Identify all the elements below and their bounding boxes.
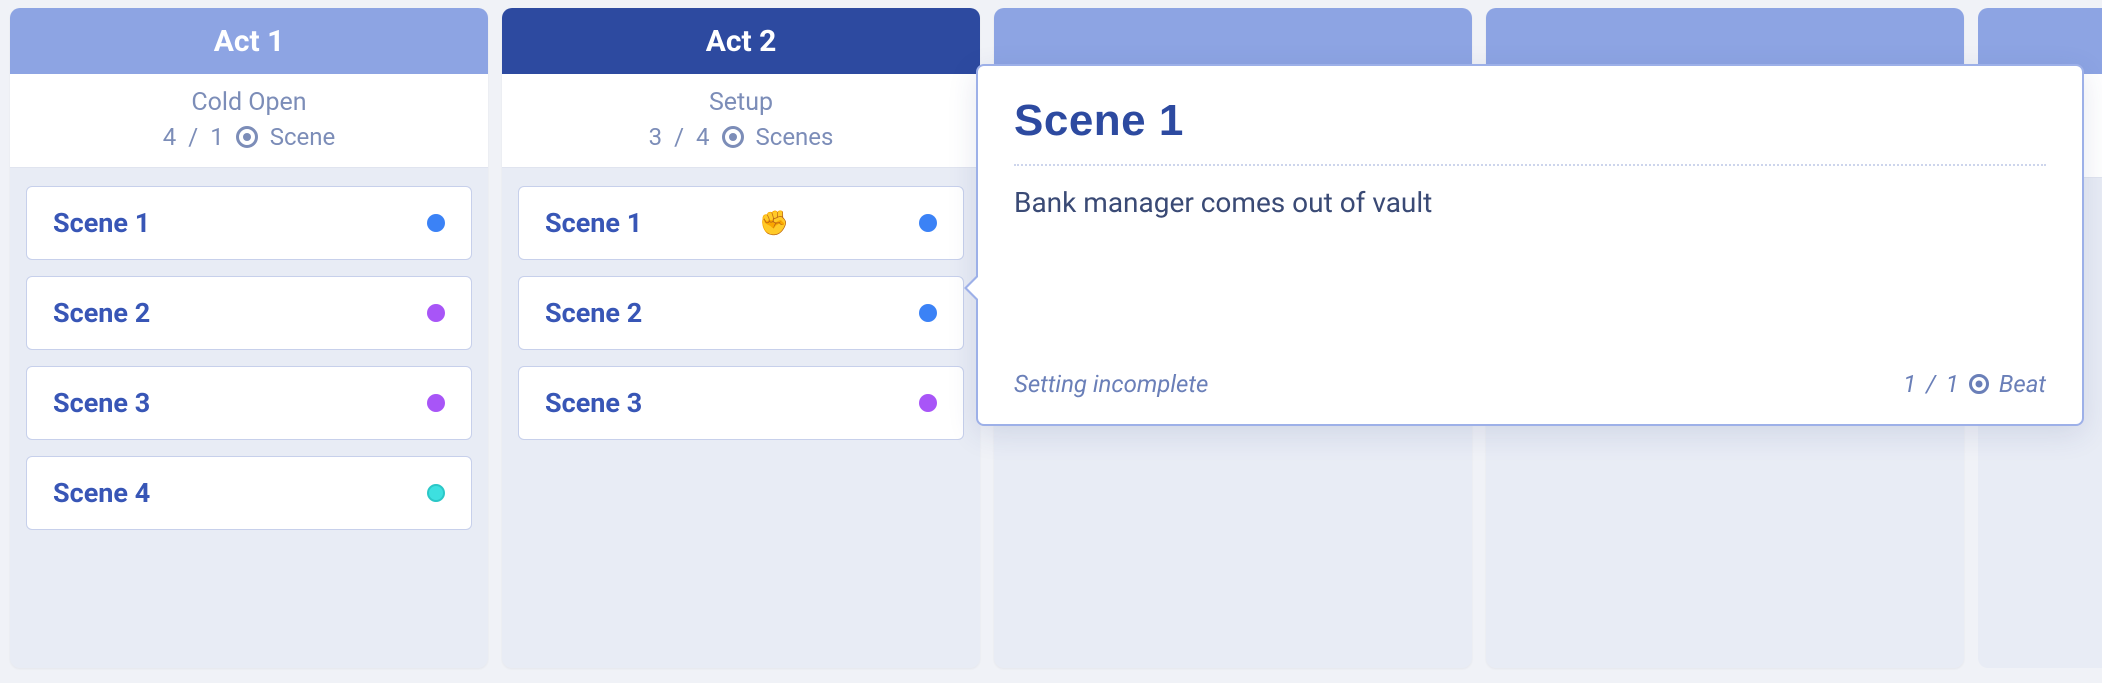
scene-label: Scene 3 (53, 387, 150, 419)
column-subheader: Setup 3 / 4 Scenes (502, 74, 980, 168)
beat-current: 1 (1903, 370, 1916, 398)
target-icon (722, 126, 744, 148)
scene-card[interactable]: Scene 1 (26, 186, 472, 260)
scene-card[interactable]: Scene 1 ✊ (518, 186, 964, 260)
unit-label: Scenes (756, 123, 834, 151)
divider (1014, 164, 2046, 166)
status-dot (919, 304, 937, 322)
count-sep: / (188, 123, 198, 151)
scene-popover: Scene 1 Bank manager comes out of vault … (976, 64, 2084, 426)
status-dot (427, 214, 445, 232)
popover-body: Bank manager comes out of vault (1014, 186, 2046, 346)
column-subtitle: Setup (502, 88, 980, 117)
act-column-1: Act 1 Cold Open 4 / 1 Scene Scene 1 Scen… (10, 8, 488, 668)
count-current: 4 (163, 123, 177, 151)
count-target: 1 (210, 123, 224, 151)
target-icon (236, 126, 258, 148)
popover-footer: Setting incomplete 1 / 1 Beat (1014, 370, 2046, 398)
scene-label: Scene 1 (545, 207, 642, 239)
column-header[interactable]: Act 2 (502, 8, 980, 74)
count-current: 3 (649, 123, 663, 151)
scene-list: Scene 1 ✊ Scene 2 Scene 3 (502, 168, 980, 458)
scene-label: Scene 1 (53, 207, 150, 239)
count-sep: / (674, 123, 684, 151)
popover-status: Setting incomplete (1014, 370, 1208, 398)
status-dot (427, 484, 445, 502)
beat-target: 1 (1946, 370, 1959, 398)
status-dot (427, 304, 445, 322)
target-icon (1969, 374, 1989, 394)
act-column-2: Act 2 Setup 3 / 4 Scenes Scene 1 ✊ Scene… (502, 8, 980, 668)
status-dot (919, 214, 937, 232)
scene-card[interactable]: Scene 3 (26, 366, 472, 440)
unit-label: Scene (270, 123, 336, 151)
status-dot (427, 394, 445, 412)
popover-title: Scene 1 (1014, 96, 2046, 146)
column-meta: 4 / 1 Scene (10, 123, 488, 151)
scene-card[interactable]: Scene 2 (518, 276, 964, 350)
scene-label: Scene 2 (53, 297, 150, 329)
column-subheader: Cold Open 4 / 1 Scene (10, 74, 488, 168)
grab-cursor-icon: ✊ (759, 209, 789, 237)
scene-label: Scene 2 (545, 297, 642, 329)
scene-label: Scene 3 (545, 387, 642, 419)
scene-label: Scene 4 (53, 477, 150, 509)
beat-label: Beat (1999, 370, 2046, 398)
beat-sep: / (1926, 370, 1936, 398)
scene-card[interactable]: Scene 4 (26, 456, 472, 530)
column-header[interactable]: Act 1 (10, 8, 488, 74)
scene-card[interactable]: Scene 3 (518, 366, 964, 440)
scene-card[interactable]: Scene 2 (26, 276, 472, 350)
count-target: 4 (696, 123, 710, 151)
column-subtitle: Cold Open (10, 88, 488, 117)
scene-list: Scene 1 Scene 2 Scene 3 Scene 4 (10, 168, 488, 548)
column-meta: 3 / 4 Scenes (502, 123, 980, 151)
beat-meta: 1 / 1 Beat (1903, 370, 2046, 398)
status-dot (919, 394, 937, 412)
